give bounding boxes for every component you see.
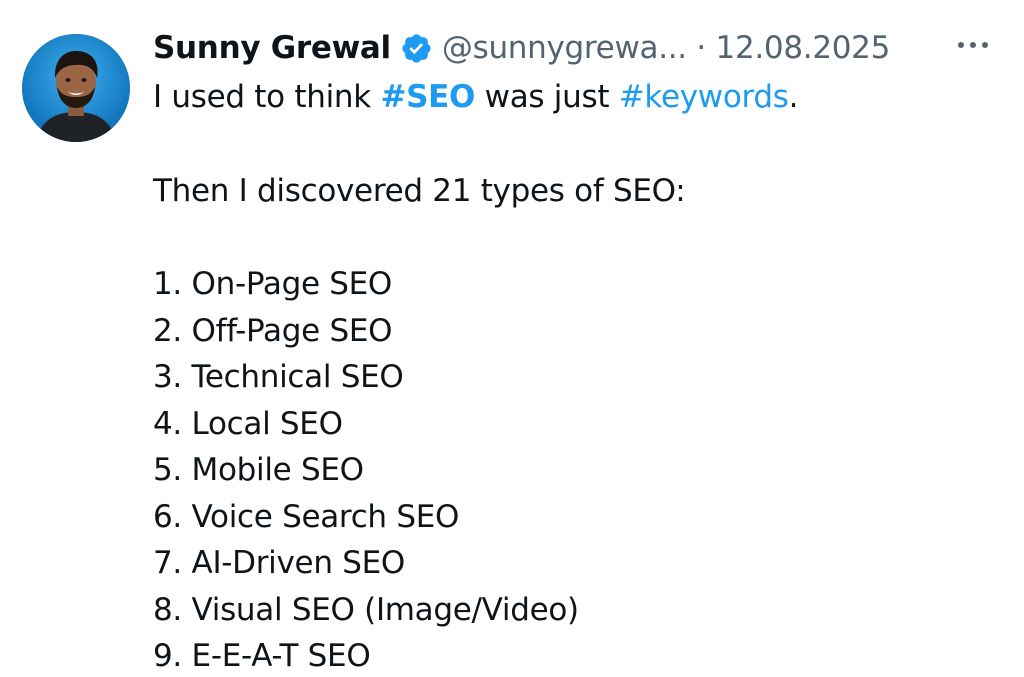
handle-text: @sunnygrewa...: [441, 30, 687, 66]
author-handle[interactable]: @sunnygrewa... · 12.08.2025: [442, 30, 890, 66]
tweet-date: 12.08.2025: [715, 30, 891, 66]
header-separator: ·: [686, 30, 716, 66]
tweet-body: I used to think #SEO was just #keywords.…: [153, 74, 993, 677]
list-item: 2. Off-Page SEO: [153, 312, 393, 349]
tweet-header: Sunny Grewal @sunnygrewa... · 12.08.2025: [153, 26, 890, 70]
intro-text: was just: [475, 79, 619, 115]
list-item: 5. Mobile SEO: [153, 452, 364, 488]
intro-text: .: [788, 79, 799, 115]
intro-line: I used to think #SEO was just #keywords.: [153, 74, 993, 121]
list-item: 6. Voice Search SEO: [153, 498, 460, 535]
more-options-icon[interactable]: [958, 42, 988, 48]
verified-badge-icon: [400, 32, 433, 65]
list-item: 7. AI-Driven SEO: [153, 545, 405, 581]
list-item: 4. Local SEO: [153, 405, 343, 442]
hashtag-keywords[interactable]: #keywords: [619, 79, 789, 115]
list-item: 1. On-Page SEO: [153, 266, 393, 302]
list-item: 8. Visual SEO (Image/Video): [153, 591, 579, 628]
list-item: 9. E-E-A-T SEO: [153, 638, 371, 674]
author-name[interactable]: Sunny Grewal: [153, 30, 391, 66]
intro-text: I used to think: [153, 79, 381, 115]
list-item: 3. Technical SEO: [153, 359, 404, 395]
hashtag-seo[interactable]: #SEO: [380, 79, 475, 115]
tweet-card: Sunny Grewal @sunnygrewa... · 12.08.2025…: [0, 0, 1024, 677]
lead-line: Then I discovered 21 types of SEO:: [153, 172, 686, 209]
avatar-image: [22, 34, 130, 142]
avatar[interactable]: [22, 34, 130, 142]
